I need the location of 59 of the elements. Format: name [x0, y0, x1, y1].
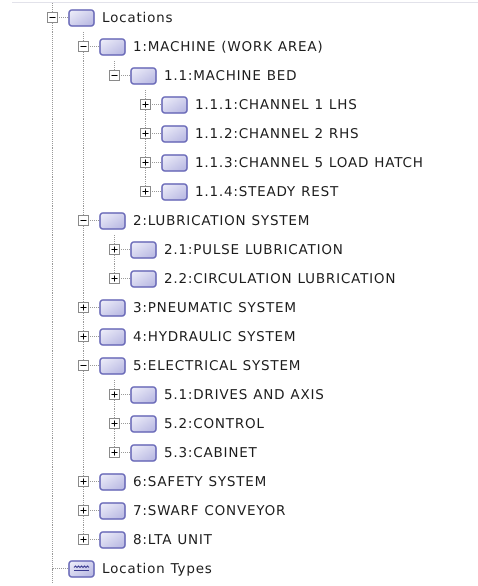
node-icon — [130, 414, 157, 432]
expand-icon[interactable] — [109, 273, 120, 284]
collapse-icon[interactable] — [78, 360, 89, 371]
expand-icon[interactable] — [78, 476, 89, 487]
node-icon — [99, 38, 126, 56]
tree-item-label[interactable]: 5:ELECTRICAL SYSTEM — [133, 358, 302, 374]
tree-item-label[interactable]: 2:LUBRICATION SYSTEM — [133, 212, 310, 228]
node-icon — [130, 444, 157, 462]
expand-icon[interactable] — [109, 244, 120, 255]
expand-icon[interactable] — [140, 128, 151, 139]
expand-icon[interactable] — [140, 157, 151, 168]
tree-item-label[interactable]: 1.1.3:CHANNEL 5 LOAD HATCH — [195, 154, 424, 170]
tree-item-label[interactable]: 3:PNEUMATIC SYSTEM — [133, 300, 297, 316]
tree-item-label[interactable]: 1.1:MACHINE BED — [164, 68, 298, 84]
node-icon — [161, 124, 188, 142]
node-icon — [130, 66, 157, 84]
node-icon — [130, 270, 157, 288]
node-icon — [161, 182, 188, 200]
node-icon — [99, 298, 126, 316]
expand-icon[interactable] — [109, 447, 120, 458]
tree-item-label[interactable]: 1:MACHINE (WORK AREA) — [133, 38, 324, 54]
tree-item-label[interactable]: 2.1:PULSE LUBRICATION — [164, 242, 344, 258]
collapse-icon[interactable] — [47, 12, 58, 23]
expand-icon[interactable] — [140, 186, 151, 197]
tree-item-label[interactable]: 5.1:DRIVES AND AXIS — [164, 386, 325, 402]
expand-icon[interactable] — [78, 534, 89, 545]
node-icon — [99, 472, 126, 490]
tree-item-label[interactable]: 2.2:CIRCULATION LUBRICATION — [164, 270, 396, 286]
tree-item-label[interactable]: 1.1.2:CHANNEL 2 RHS — [195, 126, 360, 142]
node-icon — [99, 212, 126, 230]
tree-item-label[interactable]: Locations — [102, 10, 174, 26]
node-icon — [99, 356, 126, 374]
node-icon — [99, 502, 126, 520]
tree-item-label[interactable]: 7:SWARF CONVEYOR — [133, 502, 286, 518]
tree-item-label[interactable]: 8:LTA UNIT — [133, 532, 213, 548]
node-icon — [99, 328, 126, 346]
node-icon — [130, 386, 157, 404]
node-icon — [130, 240, 157, 258]
node-icon — [68, 8, 95, 26]
node-icon — [161, 154, 188, 172]
tree-item-label[interactable]: 6:SAFETY SYSTEM — [133, 474, 268, 490]
node-icon — [99, 530, 126, 548]
tree-item-label[interactable]: 5.3:CABINET — [164, 444, 258, 460]
collapse-icon[interactable] — [78, 41, 89, 52]
expand-icon[interactable] — [140, 99, 151, 110]
expand-icon[interactable] — [78, 331, 89, 342]
collapse-icon[interactable] — [109, 70, 120, 81]
node-icon — [161, 96, 188, 114]
tree-item-label[interactable]: 4:HYDRAULIC SYSTEM — [133, 328, 296, 344]
expand-icon[interactable] — [109, 418, 120, 429]
list-icon — [68, 560, 95, 578]
tree-item-label[interactable]: 5.2:CONTROL — [164, 416, 265, 432]
tree-item-label[interactable]: 1.1.4:STEADY REST — [195, 184, 339, 200]
tree-item-label[interactable]: Location Types — [102, 560, 213, 576]
tree-item-label[interactable]: 1.1.1:CHANNEL 1 LHS — [195, 96, 358, 112]
expand-icon[interactable] — [109, 389, 120, 400]
expand-icon[interactable] — [78, 505, 89, 516]
expand-icon[interactable] — [78, 302, 89, 313]
collapse-icon[interactable] — [78, 215, 89, 226]
